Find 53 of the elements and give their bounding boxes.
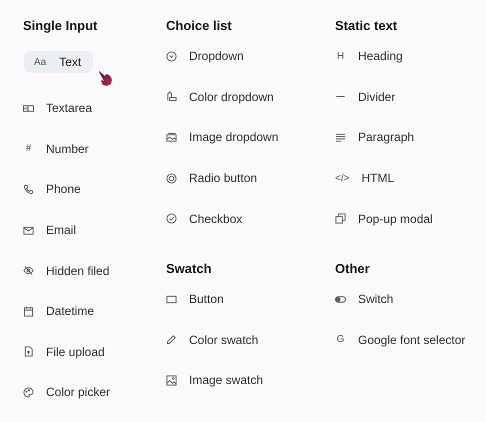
palette-item[interactable]: Datetime xyxy=(23,300,94,322)
palette-item[interactable]: Color picker xyxy=(23,381,110,404)
check-circle-icon xyxy=(166,213,177,224)
window-icon xyxy=(335,213,346,224)
palette-item[interactable]: Image swatch xyxy=(166,369,264,392)
palette-item[interactable]: G Google font selector xyxy=(335,328,466,351)
file-icon xyxy=(23,346,34,358)
hand-cursor-icon xyxy=(99,71,112,86)
phone-icon xyxy=(23,184,34,195)
palette-item[interactable]: Hidden filed xyxy=(23,260,110,282)
palette-item[interactable]: Button xyxy=(166,288,224,310)
lines-icon xyxy=(335,132,346,143)
palette-item[interactable]: Checkbox xyxy=(166,208,242,230)
palette-icon xyxy=(23,386,34,398)
chevron-circle-icon xyxy=(166,50,177,62)
palette-item[interactable]: Aa Text xyxy=(24,51,94,73)
palette-item[interactable]: Color swatch xyxy=(166,328,258,351)
palette-item[interactable]: # Number xyxy=(23,138,89,160)
rectangle-icon xyxy=(166,294,177,305)
section-heading: Static text xyxy=(335,17,398,35)
palette-item[interactable]: Paragraph xyxy=(335,126,414,148)
section-heading: Other xyxy=(335,260,371,278)
glyph-icon: H xyxy=(335,50,346,62)
textarea-icon xyxy=(23,102,34,114)
glyph-icon: </> xyxy=(335,172,350,184)
palette-item[interactable]: H Heading xyxy=(335,45,403,68)
image-icon xyxy=(166,374,177,386)
section-heading: Choice list xyxy=(166,17,233,35)
hidden-eye-icon xyxy=(23,265,34,276)
image-stack-icon xyxy=(166,132,177,143)
glyph-icon: G xyxy=(335,334,346,346)
glyph-icon: # xyxy=(23,143,34,154)
section-heading: Swatch xyxy=(166,260,213,278)
envelope-icon xyxy=(23,224,34,236)
palette-item[interactable]: Dropdown xyxy=(166,45,244,68)
palette-item[interactable]: File upload xyxy=(23,340,105,363)
palette-item[interactable]: Phone xyxy=(23,178,81,200)
section-heading: Single Input xyxy=(23,17,98,35)
palette-item[interactable]: Image dropdown xyxy=(166,126,278,148)
palette-item[interactable]: Divider xyxy=(335,86,396,108)
radio-icon xyxy=(166,172,177,184)
pen-icon xyxy=(166,334,177,346)
palette-item[interactable]: Color dropdown xyxy=(166,86,274,108)
palette-item[interactable]: Email xyxy=(23,219,76,242)
palette-item[interactable]: Radio button xyxy=(166,167,258,190)
bucket-icon xyxy=(166,91,177,102)
palette-item[interactable]: Switch xyxy=(335,288,394,310)
glyph-icon: Aa xyxy=(34,56,46,68)
palette-item[interactable]: Pop-up modal xyxy=(335,208,433,230)
calendar-icon xyxy=(23,306,34,317)
palette-item[interactable]: </> HTML xyxy=(335,167,394,190)
palette-item[interactable]: Textarea xyxy=(23,97,92,120)
toggle-icon xyxy=(335,294,346,305)
